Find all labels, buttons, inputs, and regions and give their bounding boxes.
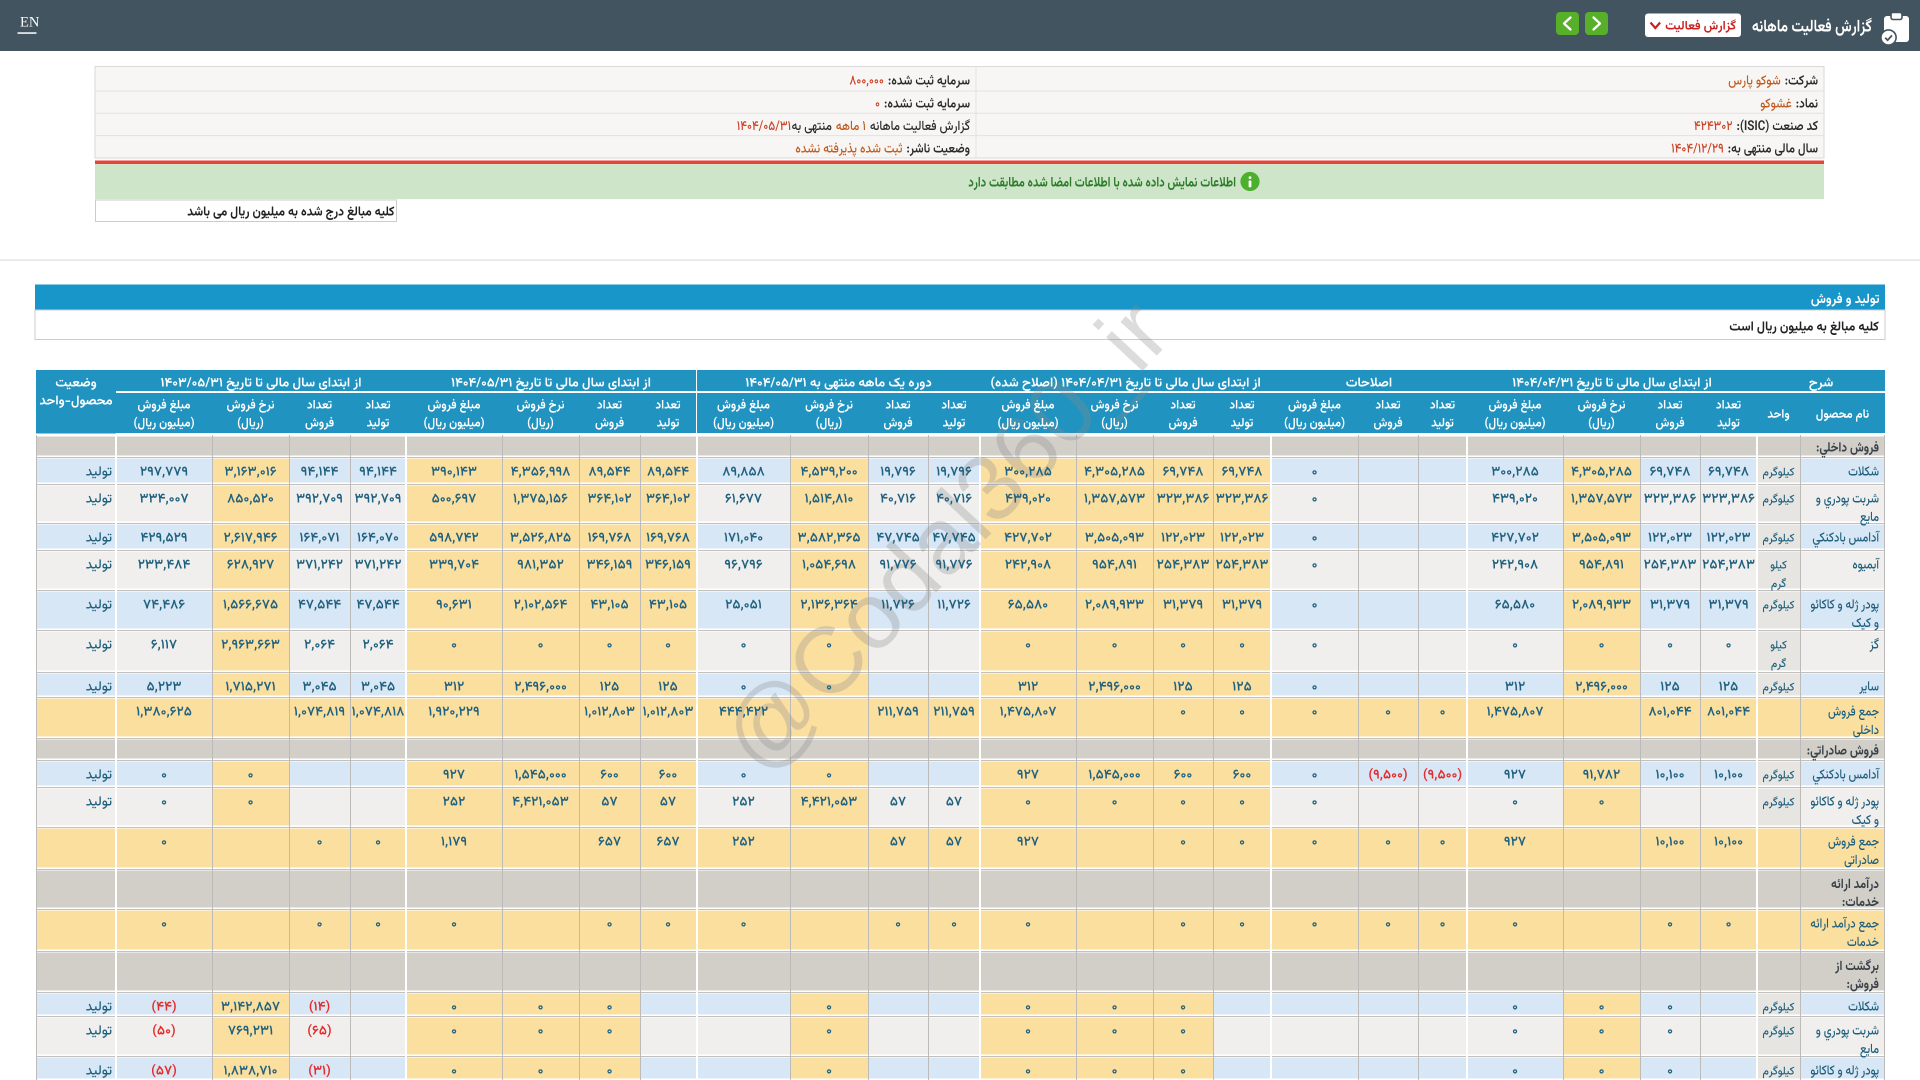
svg-text:EN: EN — [20, 15, 40, 31]
